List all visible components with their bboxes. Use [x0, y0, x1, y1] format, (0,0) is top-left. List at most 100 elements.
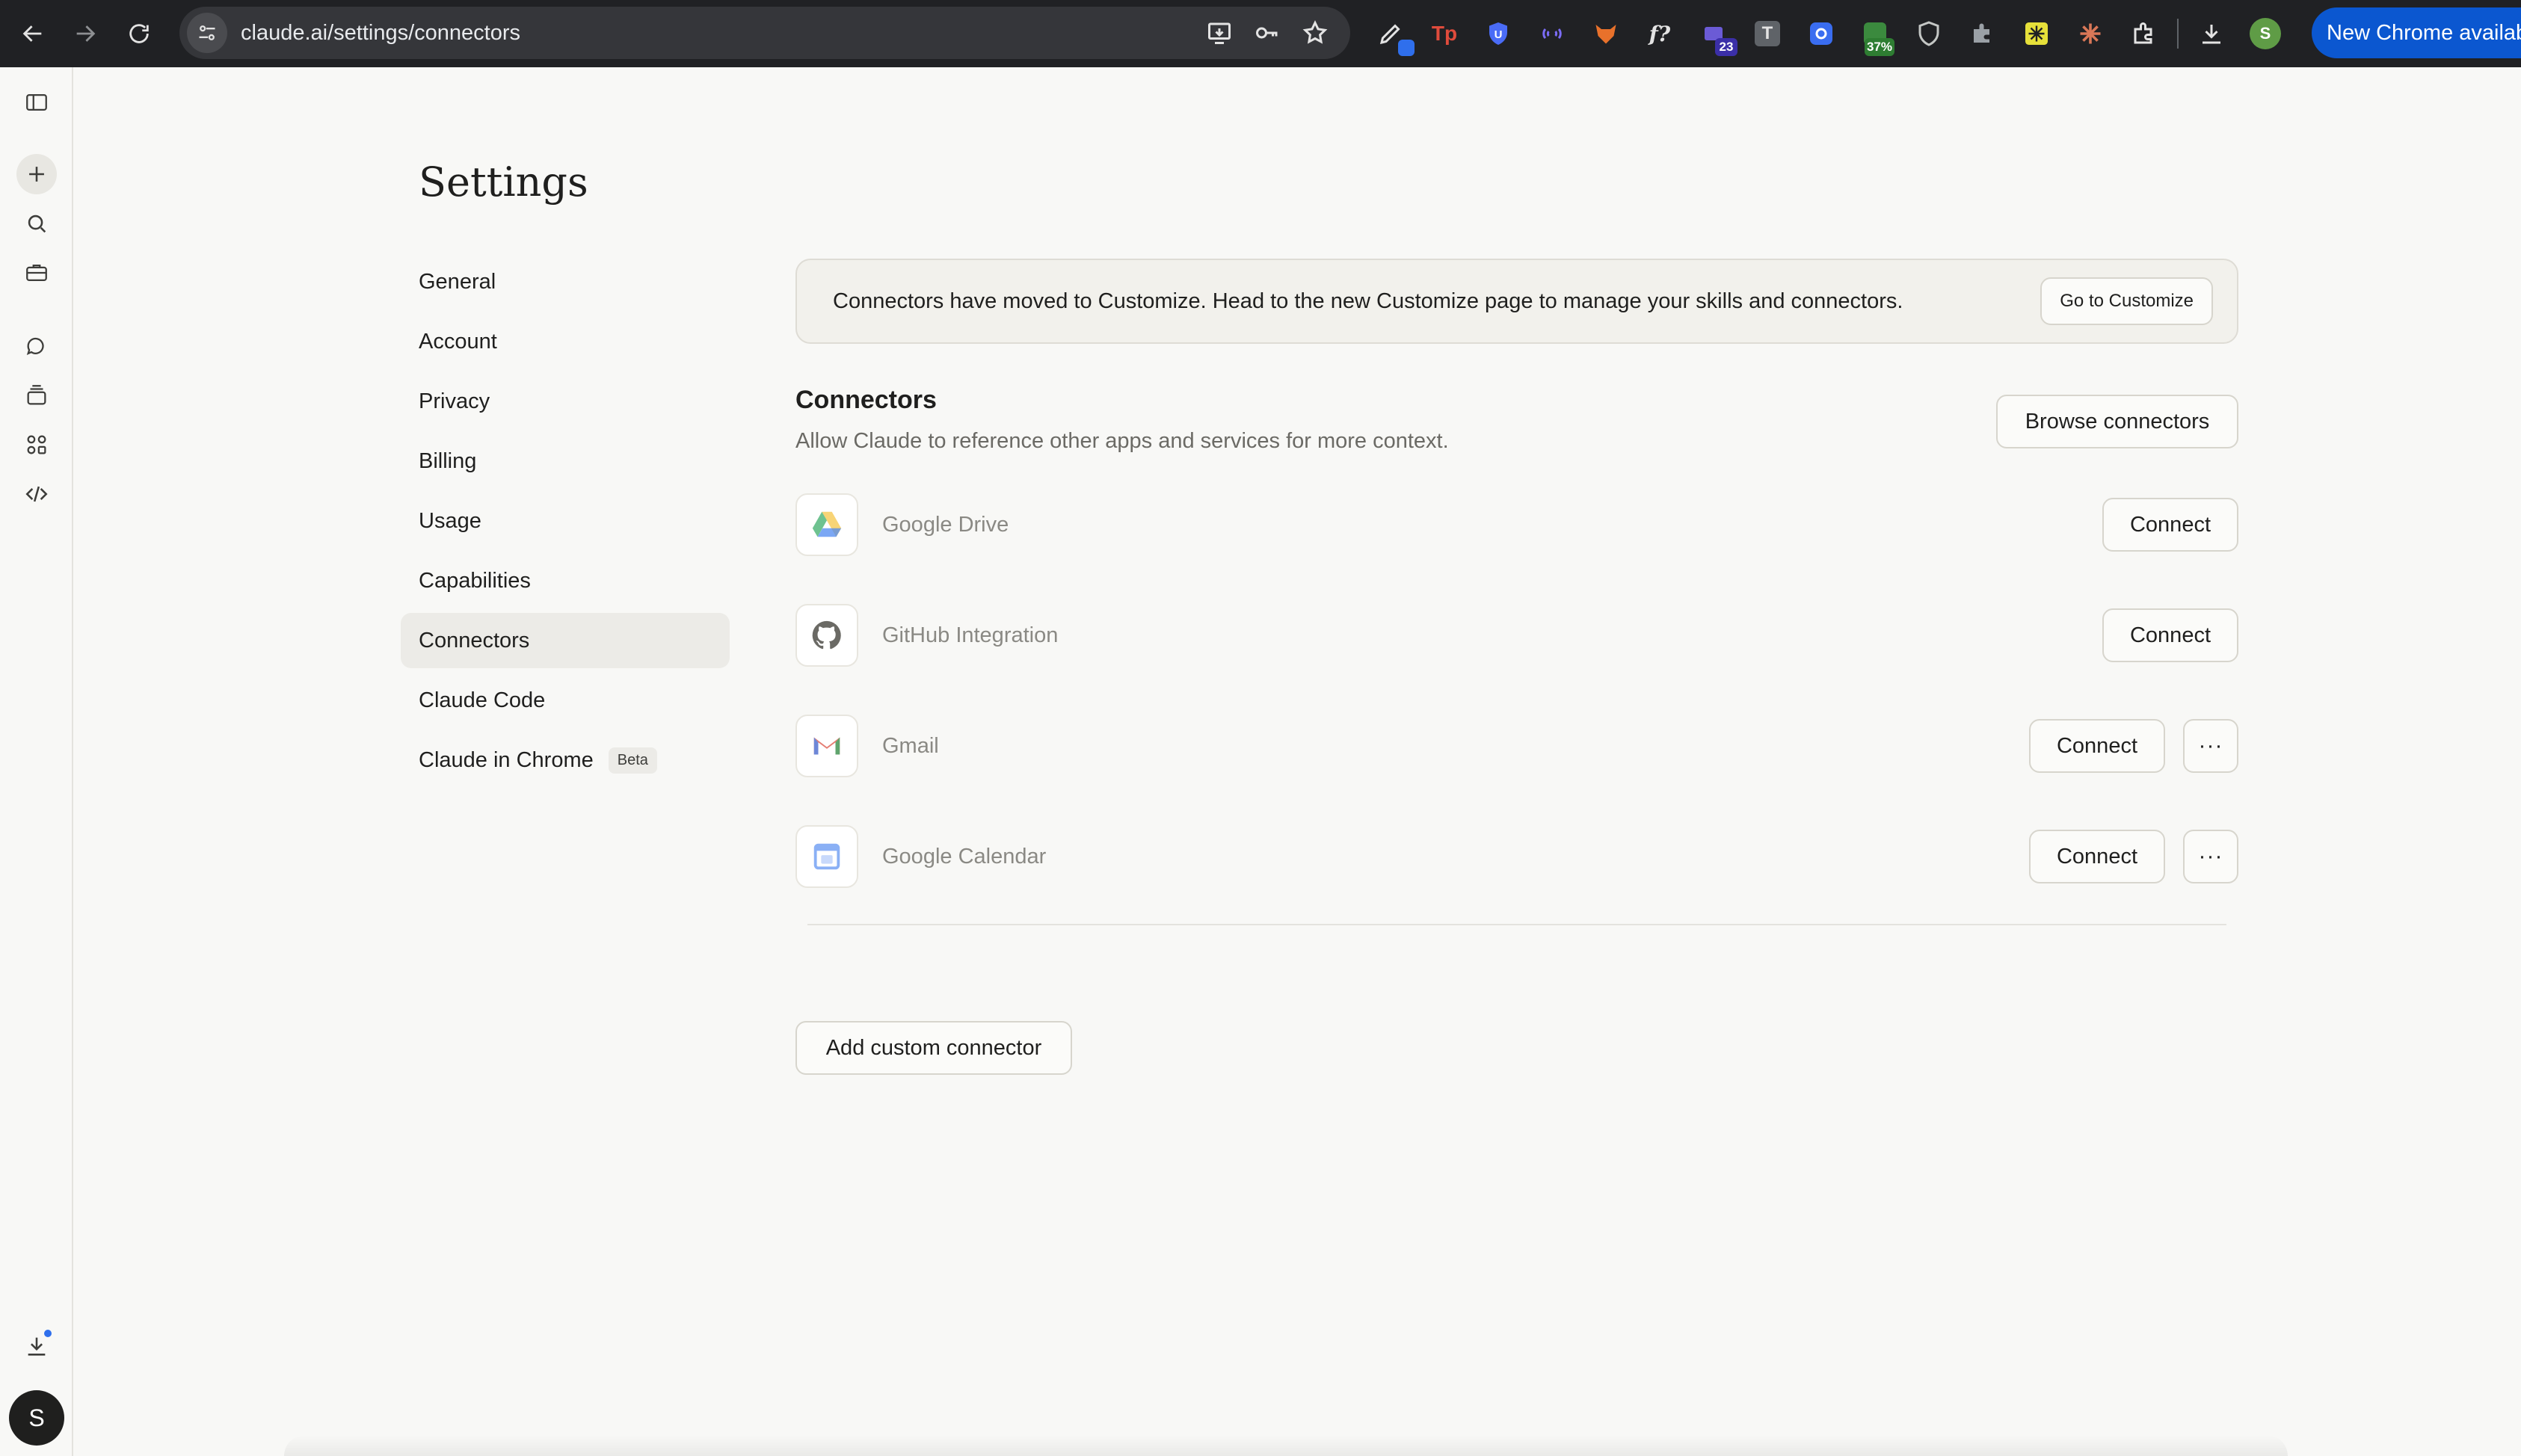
nav-item-billing[interactable]: Billing — [401, 434, 730, 489]
t-icon: T — [1755, 21, 1780, 46]
nav-item-claude-code[interactable]: Claude Code — [401, 673, 730, 728]
code-button[interactable] — [16, 474, 57, 514]
profile-avatar: S — [2250, 18, 2281, 49]
layers-icon — [27, 385, 46, 405]
downloads-button[interactable] — [2191, 13, 2232, 55]
nav-item-capabilities[interactable]: Capabilities — [401, 553, 730, 608]
asterisk-extension[interactable] — [2069, 13, 2111, 55]
shield-u-icon: U — [1489, 22, 1507, 45]
t-extension[interactable]: T — [1746, 13, 1788, 55]
nav-item-label: Capabilities — [419, 568, 531, 593]
chrome-update-button[interactable]: New Chrome availabl — [2312, 7, 2521, 58]
pen-extension[interactable] — [1370, 13, 1415, 56]
add-custom-connector-button[interactable]: Add custom connector — [795, 1021, 1072, 1075]
nav-item-general[interactable]: General — [401, 254, 730, 309]
section-divider — [807, 924, 2226, 925]
reload-button[interactable] — [117, 11, 161, 56]
code-icon — [25, 486, 48, 502]
toolbar-separator — [2177, 19, 2179, 49]
fox-extension[interactable] — [1585, 13, 1627, 55]
nav-item-privacy[interactable]: Privacy — [401, 374, 730, 429]
connector-name: Gmail — [882, 733, 939, 758]
briefcase-icon — [26, 264, 47, 282]
nav-item-connectors[interactable]: Connectors — [401, 613, 730, 668]
nav-item-label: Account — [419, 329, 497, 354]
connect-google-calendar-button[interactable]: Connect — [2029, 830, 2165, 883]
back-button[interactable] — [10, 11, 55, 56]
search-icon — [28, 215, 46, 233]
tp-extension[interactable]: Tp — [1423, 13, 1465, 55]
customize-banner: Connectors have moved to Customize. Head… — [795, 259, 2238, 344]
apps-button[interactable] — [16, 425, 57, 465]
chat-bubble-icon — [26, 337, 44, 355]
puzzle-grey-icon — [1974, 23, 1989, 43]
connectors-subtitle: Allow Claude to reference other apps and… — [795, 429, 1449, 453]
wave-icon — [1542, 28, 1562, 40]
app-root: claude.ai/settings/connectors Tp U f? 23… — [0, 0, 2521, 1456]
nav-item-label: Privacy — [419, 389, 490, 413]
tp-icon: Tp — [1431, 22, 1458, 45]
connect-google-drive-button[interactable]: Connect — [2102, 498, 2238, 552]
shield-u-extension[interactable]: U — [1477, 13, 1519, 55]
fox-icon — [1595, 25, 1616, 44]
sidebar-icon — [26, 93, 47, 111]
projects-button[interactable] — [16, 253, 57, 293]
fx-extension[interactable]: f? — [1639, 13, 1681, 55]
google-calendar-more-options-button[interactable]: ··· — [2183, 830, 2238, 883]
bottom-shadow — [284, 1435, 2288, 1456]
stack-extension-badge: 23 — [1715, 38, 1737, 56]
nav-item-label: General — [419, 269, 496, 294]
profile-button[interactable]: S — [2244, 13, 2286, 55]
grid-icon — [27, 435, 46, 454]
install-app-icon — [1208, 22, 1231, 44]
gmail-more-options-button[interactable]: ··· — [2183, 719, 2238, 773]
star-icon — [1302, 20, 1328, 44]
key-icon — [1256, 27, 1278, 39]
artifacts-button[interactable] — [16, 375, 57, 416]
download-app-button[interactable] — [16, 1326, 57, 1366]
site-info-button[interactable] — [187, 13, 227, 53]
go-to-customize-button[interactable]: Go to Customize — [2040, 277, 2213, 325]
toggle-sidebar-button[interactable] — [16, 82, 57, 123]
gear-extension[interactable] — [1800, 13, 1842, 55]
nav-item-usage[interactable]: Usage — [401, 493, 730, 549]
percent-extension-badge: 37% — [1864, 38, 1894, 56]
nav-item-label: Claude in Chrome — [419, 747, 594, 772]
connect-gmail-button[interactable]: Connect — [2029, 719, 2165, 773]
wave-extension[interactable] — [1531, 13, 1573, 55]
puzzle-grey-extension[interactable] — [1962, 13, 2004, 55]
gmail-icon — [813, 737, 840, 755]
nav-item-label: Billing — [419, 448, 477, 473]
gear-icon — [1810, 22, 1832, 45]
password-button[interactable] — [1252, 17, 1283, 49]
back-arrow-icon — [22, 25, 42, 42]
address-bar[interactable]: claude.ai/settings/connectors — [179, 7, 1350, 59]
user-avatar-button[interactable]: S — [9, 1390, 64, 1446]
connector-logo — [795, 715, 858, 777]
nav-item-label: Claude Code — [419, 688, 546, 712]
google-drive-icon — [812, 511, 842, 537]
search-button[interactable] — [16, 203, 57, 244]
sparkle-extension[interactable] — [2016, 13, 2057, 55]
stack-extension[interactable]: 23 — [1693, 13, 1737, 56]
nav-item-account[interactable]: Account — [401, 314, 730, 369]
cast-button[interactable] — [1204, 17, 1235, 49]
url-text[interactable]: claude.ai/settings/connectors — [241, 21, 1204, 46]
percent-extension[interactable]: 37% — [1854, 13, 1896, 56]
connector-row-github: GitHub Integration Connect — [795, 604, 2238, 667]
new-chat-button[interactable] — [16, 154, 57, 194]
connector-row-google-drive: Google Drive Connect — [795, 493, 2238, 556]
forward-arrow-icon — [76, 25, 96, 42]
bookmark-button[interactable] — [1299, 17, 1331, 49]
browse-connectors-button[interactable]: Browse connectors — [1996, 395, 2238, 448]
banner-text: Connectors have moved to Customize. Head… — [833, 289, 1903, 313]
connector-row-gmail: Gmail Connect ··· — [795, 715, 2238, 777]
connect-github-button[interactable]: Connect — [2102, 608, 2238, 662]
puzzle-extension[interactable] — [2123, 13, 2165, 55]
pen-extension-badge — [1398, 40, 1415, 56]
shield-extension[interactable] — [1908, 13, 1950, 55]
nav-item-claude-in-chrome[interactable]: Claude in Chrome Beta — [401, 732, 730, 788]
chats-button[interactable] — [16, 326, 57, 366]
shield-icon — [1918, 21, 1939, 46]
forward-button[interactable] — [63, 11, 108, 56]
